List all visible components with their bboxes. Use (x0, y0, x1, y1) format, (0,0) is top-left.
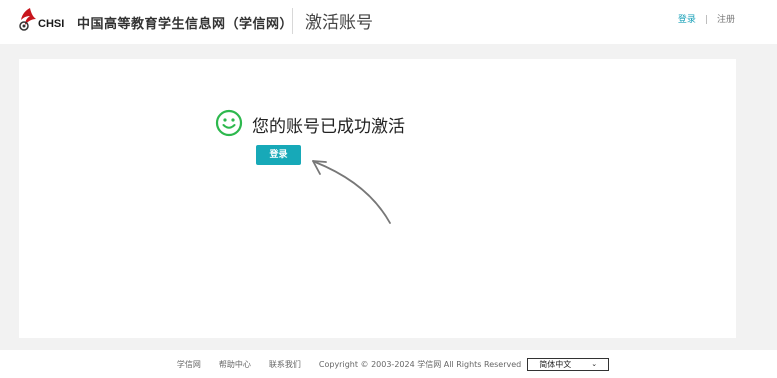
register-link[interactable]: 注册 (717, 15, 735, 25)
link-separator: | (704, 15, 708, 25)
footer: 学信网 帮助中心 联系我们 Copyright © 2003-2024 学信网 … (0, 350, 777, 378)
login-button[interactable]: 登录 (256, 145, 301, 165)
chsi-logo[interactable]: CHSI (16, 6, 68, 36)
language-select[interactable]: 简体中文 ⌄ (527, 357, 610, 371)
page-title: 激活账号 (305, 13, 373, 33)
pointer-arrow-icon (312, 160, 391, 224)
copyright: Copyright © 2003-2024 学信网 All Rights Res… (318, 359, 522, 369)
footer-link-chsi[interactable]: 学信网 (177, 359, 201, 370)
success-message: 您的账号已成功激活 (252, 117, 405, 137)
site-name[interactable]: 中国高等教育学生信息网（学信网） (77, 13, 293, 32)
bird-logo-icon (19, 8, 36, 31)
header: CHSI 中国高等教育学生信息网（学信网） 激活账号 登录 | 注册 (0, 0, 777, 44)
login-link[interactable]: 登录 (678, 15, 696, 25)
smile-check-icon (215, 109, 243, 137)
header-divider (292, 8, 293, 34)
language-value: 简体中文 (539, 359, 572, 369)
logo-text: CHSI (38, 18, 65, 30)
top-links: 登录 | 注册 (678, 12, 735, 25)
chevron-down-icon: ⌄ (591, 359, 598, 368)
footer-link-help[interactable]: 帮助中心 (219, 359, 251, 370)
footer-link-contact[interactable]: 联系我们 (269, 359, 301, 370)
